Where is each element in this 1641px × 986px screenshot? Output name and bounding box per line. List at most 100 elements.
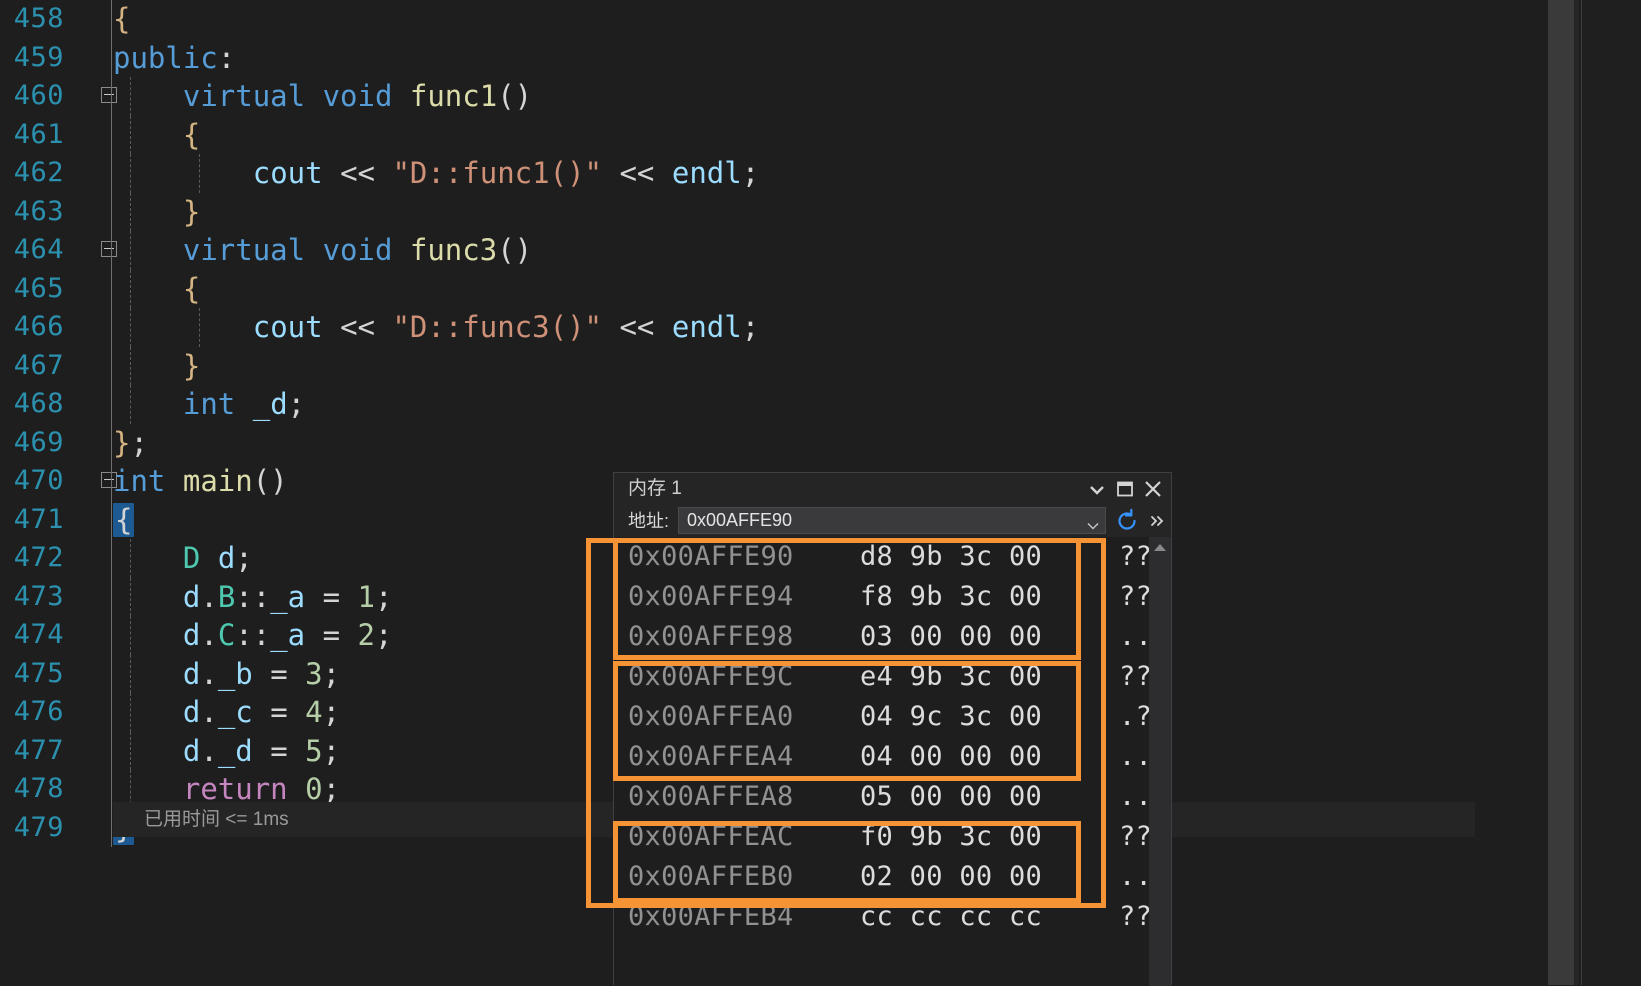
maximize-icon[interactable]: [1113, 477, 1137, 501]
memory-bytes[interactable]: cc cc cc cc: [860, 897, 1042, 937]
code-line[interactable]: 464 virtual void func3(): [0, 231, 1546, 270]
line-number: 466: [13, 311, 64, 342]
scope-bar: [111, 115, 112, 154]
memory-bytes[interactable]: f0 9b 3c 00: [860, 817, 1042, 857]
line-number: 469: [13, 426, 64, 458]
memory-row[interactable]: 0x00AFFEB0 02 00 00 00..: [614, 857, 1171, 897]
line-number: 472: [13, 542, 64, 573]
code-line[interactable]: 468 int _d;: [0, 385, 1546, 424]
code-line-text: int _d;: [182, 387, 306, 421]
memory-bytes[interactable]: 04 9c 3c 00: [860, 697, 1042, 737]
code-line[interactable]: 466 cout << "D::func3()" << endl;: [0, 308, 1546, 347]
memory-ascii: ..: [1119, 741, 1153, 772]
memory-address: 0x00AFFE98: [628, 621, 794, 652]
scope-bar: [111, 616, 112, 655]
memory-row[interactable]: 0x00AFFEB4 cc cc cc cc??: [614, 897, 1171, 937]
code-line-text: d.C::_a = 2;: [182, 618, 393, 652]
editor-vertical-scrollbar[interactable]: [1548, 0, 1574, 985]
code-line-text: }: [182, 348, 201, 383]
memory-ascii: ??: [1119, 581, 1153, 612]
code-line-text: };: [113, 425, 148, 460]
scroll-up-arrow-icon[interactable]: [1149, 537, 1171, 559]
line-number: 463: [13, 195, 64, 227]
memory-ascii: .?: [1119, 701, 1153, 732]
scope-bar: [111, 423, 112, 462]
code-line-text: {: [113, 502, 135, 537]
line-number: 458: [13, 3, 64, 34]
memory-window-toolbar[interactable]: 地址: 0x00AFFE90: [614, 505, 1171, 537]
memory-ascii: ..: [1119, 861, 1153, 892]
memory-ascii: ??: [1119, 541, 1153, 572]
memory-row[interactable]: 0x00AFFE94 f8 9b 3c 00??: [614, 577, 1171, 617]
code-line-text: {: [182, 117, 201, 152]
code-line[interactable]: 462 cout << "D::func1()" << endl;: [0, 154, 1546, 193]
scope-bar: [111, 346, 112, 385]
double-chevron-right-icon[interactable]: [1148, 508, 1168, 534]
memory-row[interactable]: 0x00AFFE98 03 00 00 00..: [614, 617, 1171, 657]
memory-bytes[interactable]: 05 00 00 00: [860, 777, 1042, 817]
scope-bar: [111, 385, 112, 424]
refresh-icon[interactable]: [1114, 508, 1140, 534]
code-line[interactable]: 469};: [0, 423, 1546, 462]
code-line[interactable]: 463 }: [0, 192, 1546, 231]
line-number: 460: [13, 80, 64, 111]
elapsed-time-label: 已用时间 <= 1ms: [144, 809, 289, 830]
address-combobox[interactable]: 0x00AFFE90: [678, 507, 1106, 534]
memory-row[interactable]: 0x00AFFEA8 05 00 00 00..: [614, 777, 1171, 817]
memory-rows-container[interactable]: 0x00AFFE90 d8 9b 3c 00?? 0x00AFFE94 f8 9b 3…: [614, 537, 1171, 986]
code-line-text: int main(): [113, 464, 288, 498]
code-line-text: {: [113, 2, 131, 36]
scope-bar: [111, 539, 112, 578]
memory-address: 0x00AFFE90: [628, 541, 794, 572]
scope-bar: [111, 0, 112, 39]
scope-bar: [111, 192, 112, 231]
scope-bar: [111, 269, 112, 308]
line-number: 473: [13, 580, 64, 612]
scope-bar: [111, 654, 112, 693]
memory-window[interactable]: 内存 1 地址: 0x00AFFE90 0x00AFFE90 d8 9b 3c …: [613, 472, 1172, 986]
memory-row[interactable]: 0x00AFFEA4 04 00 00 00..: [614, 737, 1171, 777]
line-number: 478: [13, 773, 64, 804]
memory-ascii: ..: [1119, 621, 1153, 652]
line-number: 474: [13, 619, 64, 650]
code-line[interactable]: 458 {: [0, 0, 1546, 39]
scope-bar: [111, 770, 112, 809]
memory-row[interactable]: 0x00AFFE90 d8 9b 3c 00??: [614, 537, 1171, 577]
memory-ascii: ??: [1119, 901, 1153, 932]
scope-bar: [111, 154, 112, 193]
memory-row[interactable]: 0x00AFFEAC f0 9b 3c 00??: [614, 817, 1171, 857]
close-icon[interactable]: [1141, 477, 1165, 501]
memory-address: 0x00AFFE9C: [628, 661, 794, 692]
scope-bar: [111, 231, 112, 270]
code-line[interactable]: 459 public:: [0, 38, 1546, 77]
memory-address: 0x00AFFEA0: [628, 701, 794, 732]
chevron-down-icon[interactable]: [1085, 477, 1109, 501]
memory-bytes[interactable]: f8 9b 3c 00: [860, 577, 1042, 617]
code-line[interactable]: 460 virtual void func1(): [0, 77, 1546, 116]
memory-bytes[interactable]: 03 00 00 00: [860, 617, 1042, 657]
line-number: 470: [13, 465, 64, 496]
address-input-value[interactable]: 0x00AFFE90: [687, 508, 792, 533]
line-number: 479: [13, 811, 64, 843]
memory-row[interactable]: 0x00AFFEA0 04 9c 3c 00.?: [614, 697, 1171, 737]
memory-window-title: 内存 1: [628, 478, 682, 499]
memory-bytes[interactable]: d8 9b 3c 00: [860, 537, 1042, 577]
code-line[interactable]: 461 {: [0, 115, 1546, 154]
memory-address: 0x00AFFEAC: [628, 821, 794, 852]
line-number: 465: [13, 272, 64, 304]
code-line-text: virtual void func3(): [182, 233, 533, 267]
memory-bytes[interactable]: 04 00 00 00: [860, 737, 1042, 777]
memory-window-titlebar[interactable]: 内存 1: [614, 473, 1171, 505]
code-line-text: virtual void func1(): [182, 79, 533, 113]
memory-vertical-scrollbar[interactable]: [1149, 537, 1171, 986]
code-line[interactable]: 465 {: [0, 269, 1546, 308]
editor-right-gap: [1574, 0, 1579, 985]
memory-row[interactable]: 0x00AFFE9C e4 9b 3c 00??: [614, 657, 1171, 697]
code-line[interactable]: 467 }: [0, 346, 1546, 385]
scope-bar: [111, 462, 112, 501]
memory-bytes[interactable]: 02 00 00 00: [860, 857, 1042, 897]
chevron-down-icon[interactable]: [1087, 516, 1099, 535]
right-side-panel: [1581, 0, 1641, 985]
address-label: 地址:: [628, 511, 670, 531]
memory-bytes[interactable]: e4 9b 3c 00: [860, 657, 1042, 697]
